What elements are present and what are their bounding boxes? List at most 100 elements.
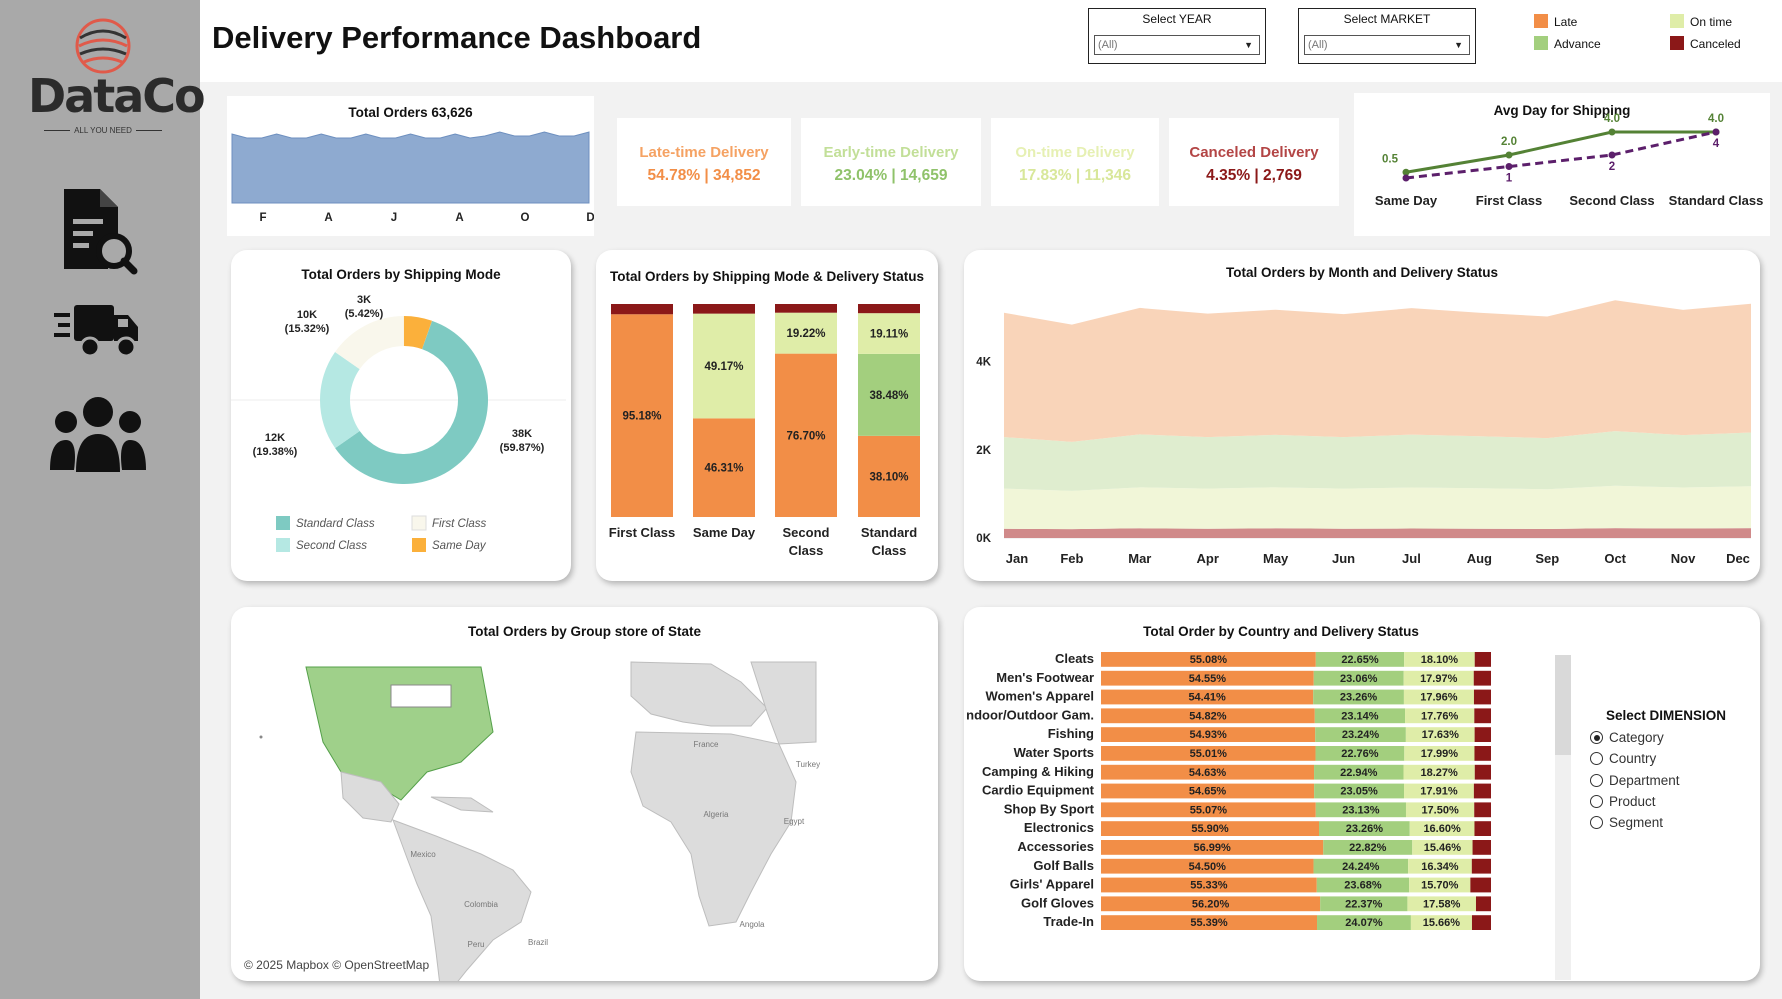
monthly-area-late	[1004, 300, 1751, 442]
category-row-label: Girls' Apparel	[1010, 877, 1094, 892]
x-tick-label: J	[391, 212, 397, 224]
kpi-early-value: 23.04% | 14,659	[834, 167, 948, 184]
category-segment-label: 17.91%	[1420, 786, 1458, 798]
donut-value-label: 10K	[297, 309, 317, 321]
category-segment-label: 22.94%	[1340, 767, 1378, 779]
hawaii-dot	[259, 735, 263, 739]
map-place-label: France	[694, 740, 719, 749]
category-segment-label: 55.07%	[1190, 804, 1228, 816]
category-status-bar-chart: Cleats 55.08% 22.65% 18.10% Men's Footwear 54…	[966, 651, 1491, 930]
world-map[interactable]: MexicoColombiaPeruBrazilChileArgentinaFr…	[231, 607, 938, 981]
month-label: Mar	[1128, 551, 1151, 566]
year-dropdown-value: (All)	[1098, 39, 1118, 51]
kpi-early-label: Early-time Delivery	[823, 144, 959, 161]
radio-icon	[1590, 816, 1603, 829]
legend-late: Late	[1534, 14, 1577, 29]
map-credit: © 2025 Mapbox © OpenStreetMap	[244, 958, 430, 972]
avg-point-label: 2.0	[1501, 136, 1517, 148]
category-bar-segment	[1474, 727, 1491, 742]
dimension-option-product[interactable]: Product	[1590, 794, 1656, 809]
chevron-down-icon: ▼	[1244, 40, 1253, 50]
legend-label-late: Late	[1554, 15, 1578, 29]
category-bar-segment	[1471, 858, 1491, 874]
users-group-icon[interactable]	[48, 390, 148, 485]
category-segment-label: 18.10%	[1421, 654, 1459, 666]
category-row-label: Men's Footwear	[996, 670, 1094, 685]
category-label: Class	[872, 543, 907, 558]
category-segment-label: 17.63%	[1422, 729, 1460, 741]
category-row-label: Electronics	[1024, 820, 1094, 835]
legend-label-canceled: Canceled	[1690, 37, 1741, 51]
stacked-segment-label: 46.31%	[704, 463, 743, 475]
category-row-label: ndoor/Outdoor Gam.	[966, 707, 1094, 722]
avg-shipping-card: Avg Day for Shipping 0.5 2.0 4.0 4.0 1 2 4 Same…	[1354, 93, 1770, 236]
category-row-label: Women's Apparel	[985, 689, 1094, 704]
category-label: Second Class	[1569, 193, 1654, 208]
month-label: Aug	[1467, 551, 1492, 566]
category-scrollbar[interactable]	[1555, 655, 1571, 980]
category-bar-segment	[1473, 783, 1491, 799]
map-place-label: Brazil	[528, 938, 548, 947]
year-slicer-label: Select YEAR	[1142, 12, 1212, 26]
month-label: Oct	[1604, 551, 1626, 566]
state-map-card: Total Orders by Group store of State Mex…	[231, 607, 938, 981]
category-segment-label: 15.46%	[1424, 842, 1462, 854]
category-segment-label: 18.27%	[1420, 767, 1458, 779]
legend-swatch-on-time	[1670, 14, 1684, 28]
category-segment-label: 23.26%	[1346, 823, 1384, 835]
category-row-label: Cleats	[1055, 651, 1094, 666]
dimension-option-department[interactable]: Department	[1590, 773, 1680, 788]
dimension-option-segment[interactable]: Segment	[1590, 815, 1663, 830]
category-segment-label: 55.33%	[1190, 880, 1228, 892]
category-bar-segment	[1475, 896, 1491, 912]
month-label: May	[1263, 551, 1289, 566]
stacked-bar-segment	[693, 304, 755, 314]
year-dropdown[interactable]: (All) ▼	[1094, 35, 1260, 55]
category-segment-label: 17.96%	[1420, 692, 1458, 704]
category-row-label: Cardio Equipment	[982, 783, 1095, 798]
category-row-label: Trade-In	[1043, 914, 1094, 929]
category-segment-label: 22.65%	[1341, 654, 1379, 666]
shipping-mode-donut-chart: 38K (59.87%) 12K (19.38%) 10K (15.32%) 3K (5.42…	[231, 294, 566, 552]
category-segment-label: 55.01%	[1190, 748, 1228, 760]
legend-swatch-canceled	[1670, 36, 1684, 50]
month-label: Apr	[1197, 551, 1219, 566]
category-segment-label: 16.60%	[1423, 823, 1461, 835]
category-segment-label: 56.20%	[1192, 898, 1230, 910]
dimension-title: Select DIMENSION	[1606, 708, 1727, 723]
category-segment-label: 17.58%	[1423, 898, 1461, 910]
category-bar-segment	[1474, 746, 1491, 761]
dimension-option-label: Category	[1609, 730, 1664, 745]
avg-line	[1405, 130, 1717, 180]
category-segment-label: 16.34%	[1421, 861, 1459, 873]
month-label: Nov	[1671, 551, 1696, 566]
dimension-option-label: Segment	[1609, 815, 1664, 830]
donut-legend-swatch	[276, 516, 290, 530]
kpi-on-time-label: On-time Delivery	[1015, 144, 1135, 161]
market-dropdown[interactable]: (All) ▼	[1304, 35, 1470, 55]
category-segment-label: 24.24%	[1342, 861, 1380, 873]
donut-legend-swatch	[412, 538, 426, 552]
report-search-icon[interactable]	[48, 185, 138, 280]
y-tick-label: 2K	[976, 445, 991, 457]
map-place-label: Turkey	[796, 760, 820, 769]
month-label: Jan	[1006, 551, 1028, 566]
stacked-bar-segment	[611, 304, 673, 315]
dimension-option-country[interactable]: Country	[1590, 751, 1656, 766]
category-label: First Class	[1476, 193, 1542, 208]
category-segment-label: 15.66%	[1423, 917, 1461, 929]
scrollbar-thumb[interactable]	[1555, 655, 1571, 755]
donut-legend-swatch	[411, 515, 427, 531]
kpi-late-value: 54.78% | 34,852	[647, 167, 761, 184]
category-segment-label: 24.07%	[1345, 917, 1383, 929]
legend-swatch-advance	[1534, 36, 1548, 50]
radio-selected-icon	[1590, 731, 1603, 744]
avg-point-label: 4	[1713, 138, 1720, 150]
avg-point	[1608, 151, 1616, 159]
europe-shape	[630, 661, 768, 727]
radio-icon	[1590, 752, 1603, 765]
dimension-option-category[interactable]: Category	[1590, 730, 1664, 745]
stacked-segment-label: 19.11%	[870, 329, 908, 341]
fast-delivery-truck-icon[interactable]	[54, 295, 144, 370]
category-bar-segment	[1474, 652, 1491, 667]
